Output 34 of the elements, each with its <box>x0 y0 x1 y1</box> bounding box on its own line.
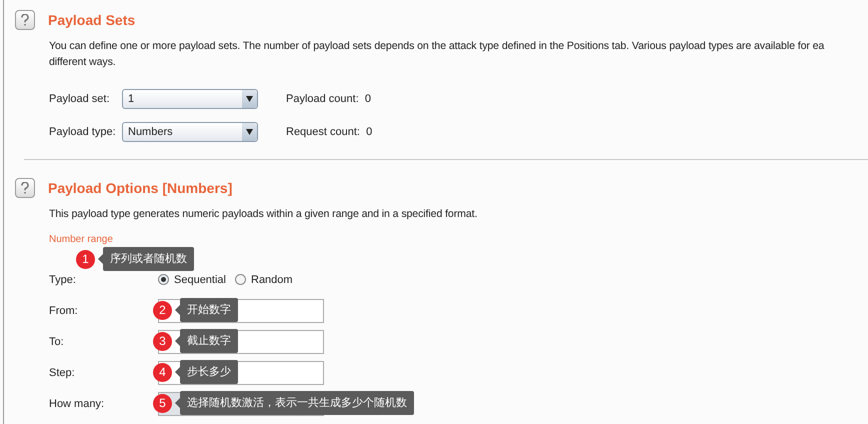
field-label: Step: <box>49 366 75 378</box>
count-label: Payload count: 0 <box>286 93 372 105</box>
callout-tooltip: 步长多少 <box>180 360 238 384</box>
radio-label[interactable]: Sequential <box>174 274 226 286</box>
radio-button[interactable] <box>235 274 246 285</box>
field-label: Payload set: <box>49 93 110 105</box>
field-label: How many: <box>49 398 104 410</box>
field-label: Payload type: <box>49 126 116 138</box>
section-description: You can define one or more payload sets. The number of payload sets depends on the attack type defined in the Positions tab. Various payload types are available for ea different ways. <box>49 39 826 70</box>
dropdown[interactable]: 1 <box>122 89 258 109</box>
number-badge: 2 <box>153 300 172 320</box>
caret-icon <box>246 129 253 135</box>
radio-label[interactable]: Random <box>251 274 293 286</box>
dropdown[interactable]: Numbers <box>122 122 258 142</box>
callout-tooltip: 截止数字 <box>180 329 238 353</box>
field-label: Type: <box>49 274 76 286</box>
radio-button[interactable] <box>158 274 169 285</box>
number-badge: 1 <box>76 250 95 268</box>
field-label: To: <box>49 336 64 348</box>
section-title: Payload Sets <box>48 12 136 28</box>
caret-icon <box>246 96 253 102</box>
field-label: From: <box>49 304 78 316</box>
group-title: Number range <box>49 234 114 245</box>
number-badge: 5 <box>153 394 172 412</box>
number-badge: 4 <box>153 362 172 382</box>
callout-tooltip: 开始数字 <box>180 298 238 322</box>
callout-tooltip: 序列或者随机数 <box>103 247 194 271</box>
help-icon[interactable] <box>15 10 35 30</box>
help-icon[interactable] <box>15 178 35 198</box>
callout-tooltip: 选择随机数激活，表示一共生成多少个随机数 <box>180 391 414 415</box>
section-description: This payload type generates numeric payloads within a given range and in a specified format. <box>49 207 478 222</box>
count-label: Request count: 0 <box>286 126 372 138</box>
number-badge: 3 <box>153 332 172 350</box>
section-title: Payload Options [Numbers] <box>48 180 232 196</box>
